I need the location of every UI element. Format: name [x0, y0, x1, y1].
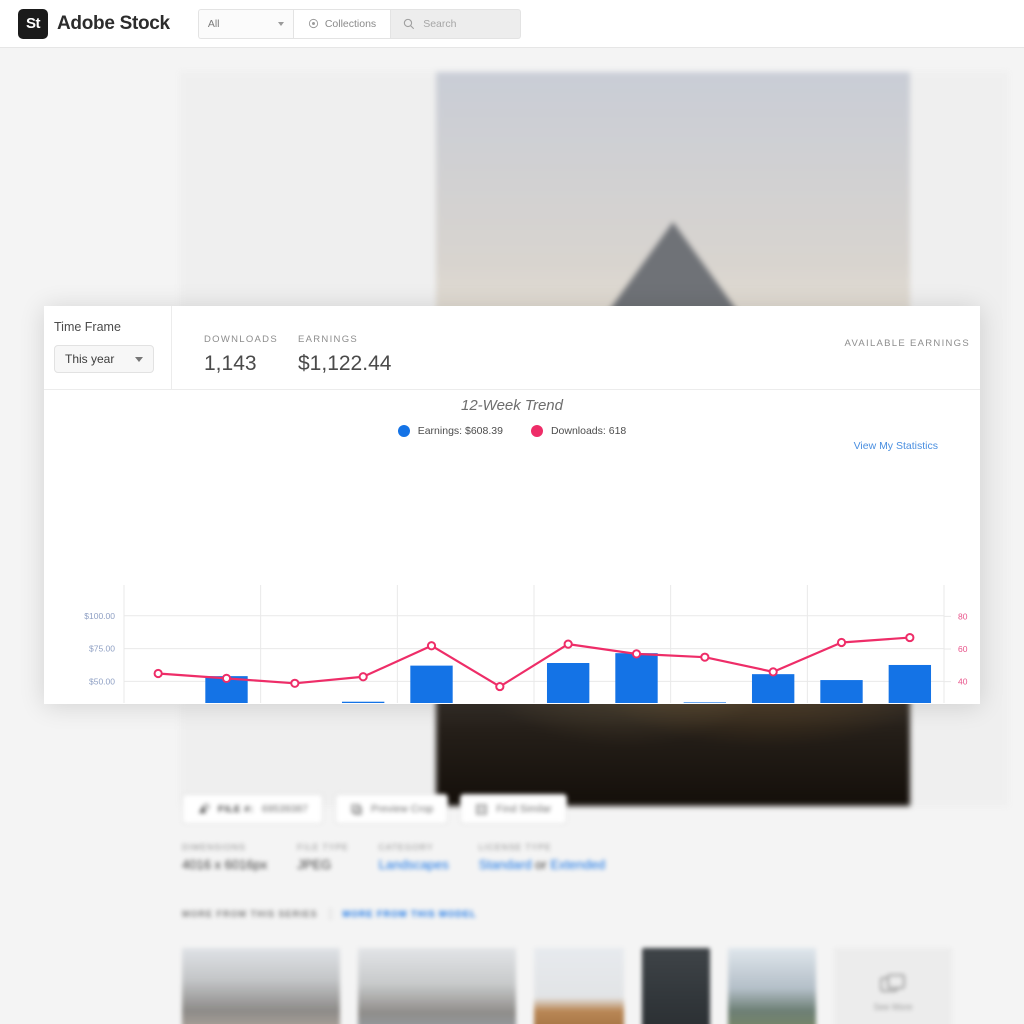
- file-icon: [198, 803, 210, 813]
- thumbnail-item[interactable]: [534, 948, 624, 1024]
- thumbnail-item[interactable]: [358, 948, 516, 1024]
- panel-header: Time Frame This year DOWNLOADS 1,143 EAR…: [44, 306, 980, 390]
- field-dimensions-value: 4016 x 6016px: [182, 857, 268, 872]
- field-license-type: LICENSE TYPE Standard or Extended: [479, 842, 606, 872]
- divider: [329, 908, 331, 920]
- category-select[interactable]: All: [197, 8, 293, 39]
- field-category: CATEGORY Landscapes: [379, 842, 449, 872]
- time-frame-label: Time Frame: [54, 320, 121, 334]
- statistics-panel: Time Frame This year DOWNLOADS 1,143 EAR…: [44, 306, 980, 704]
- see-more-tile[interactable]: See More: [834, 948, 952, 1024]
- thumbnail-item[interactable]: [642, 948, 710, 1024]
- svg-text:60: 60: [958, 644, 968, 654]
- find-similar-button[interactable]: Find Similar: [460, 794, 567, 824]
- earnings-label: EARNINGS: [298, 334, 359, 345]
- downloads-stat: DOWNLOADS 1,143: [204, 334, 278, 376]
- field-file-type-key: FILE TYPE: [297, 842, 349, 852]
- svg-text:$50.00: $50.00: [89, 676, 115, 686]
- field-dimensions: DIMENSIONS 4016 x 6016px: [182, 842, 267, 872]
- chevron-down-icon: [277, 21, 284, 26]
- svg-text:40: 40: [958, 677, 968, 687]
- chevron-down-icon: [135, 356, 143, 362]
- downloads-value: 1,143: [204, 352, 257, 375]
- collections-button[interactable]: Collections: [292, 8, 392, 39]
- downloads-label: DOWNLOADS: [204, 334, 278, 345]
- field-license-type-key: LICENSE TYPE: [478, 842, 552, 852]
- search-icon: [404, 18, 415, 29]
- search-placeholder: Search: [423, 17, 457, 30]
- time-frame-value: This year: [65, 352, 115, 366]
- thumbnail-item[interactable]: [728, 948, 816, 1024]
- related-thumbnails: See More: [182, 948, 952, 1024]
- find-similar-label: Find Similar: [496, 803, 552, 815]
- field-file-type-value: JPEG: [297, 857, 332, 872]
- more-from-model-link[interactable]: MORE FROM THIS MODEL: [343, 909, 477, 919]
- file-id-value: 69539387: [261, 803, 308, 815]
- file-id-prefix: FILE #:: [218, 803, 254, 815]
- field-dimensions-key: DIMENSIONS: [182, 842, 246, 852]
- license-separator: or: [531, 857, 551, 872]
- svg-text:$75.00: $75.00: [89, 644, 115, 654]
- svg-text:80: 80: [958, 611, 968, 621]
- file-id-button[interactable]: FILE #: 69539387: [182, 794, 323, 824]
- search-input[interactable]: Search: [391, 8, 522, 39]
- asset-action-buttons: FILE #: 69539387 Preview Crop Find Simil…: [182, 794, 567, 824]
- category-select-value: All: [207, 17, 220, 30]
- time-frame-cell: Time Frame This year: [44, 306, 172, 390]
- available-earnings-label: AVAILABLE EARNINGS: [844, 338, 970, 349]
- more-from-series-link[interactable]: MORE FROM THIS SERIES: [182, 909, 318, 919]
- preview-crop-label: Preview Crop: [370, 803, 434, 815]
- time-frame-select[interactable]: This year: [54, 345, 154, 373]
- field-category-link[interactable]: Landscapes: [379, 857, 449, 872]
- thumbnail-item[interactable]: [182, 948, 340, 1024]
- license-extended-link[interactable]: Extended: [550, 857, 605, 872]
- related-links-row: MORE FROM THIS SERIES MORE FROM THIS MOD…: [182, 908, 477, 920]
- search-bar: All Collections Search: [197, 8, 522, 39]
- field-category-key: CATEGORY: [378, 842, 434, 852]
- svg-text:$100.00: $100.00: [84, 611, 115, 621]
- adobe-stock-logo-icon[interactable]: St: [18, 8, 48, 39]
- preview-crop-button[interactable]: Preview Crop: [334, 794, 449, 824]
- brand-title: Adobe Stock: [57, 12, 170, 34]
- top-navigation-bar: St Adobe Stock All Collections Search: [0, 0, 1024, 48]
- chart-area: 12-Week Trend Earnings: $608.39 Download…: [44, 390, 980, 703]
- collections-icon: [308, 18, 318, 29]
- stacked-images-icon: [880, 974, 906, 993]
- license-standard-link[interactable]: Standard: [479, 857, 532, 872]
- asset-field-list: DIMENSIONS 4016 x 6016px FILE TYPE JPEG …: [182, 842, 635, 872]
- crop-icon: [351, 803, 362, 815]
- see-more-label: See More: [873, 1002, 913, 1012]
- earnings-value: $1,122.44: [298, 352, 392, 375]
- collections-label: Collections: [324, 17, 377, 30]
- trend-chart: $100.00$75.00$50.00$25.0080604020Mar 16M…: [84, 585, 968, 703]
- similar-icon: [476, 803, 488, 815]
- earnings-stat: EARNINGS $1,122.44: [298, 334, 391, 376]
- field-file-type: FILE TYPE JPEG: [297, 842, 348, 872]
